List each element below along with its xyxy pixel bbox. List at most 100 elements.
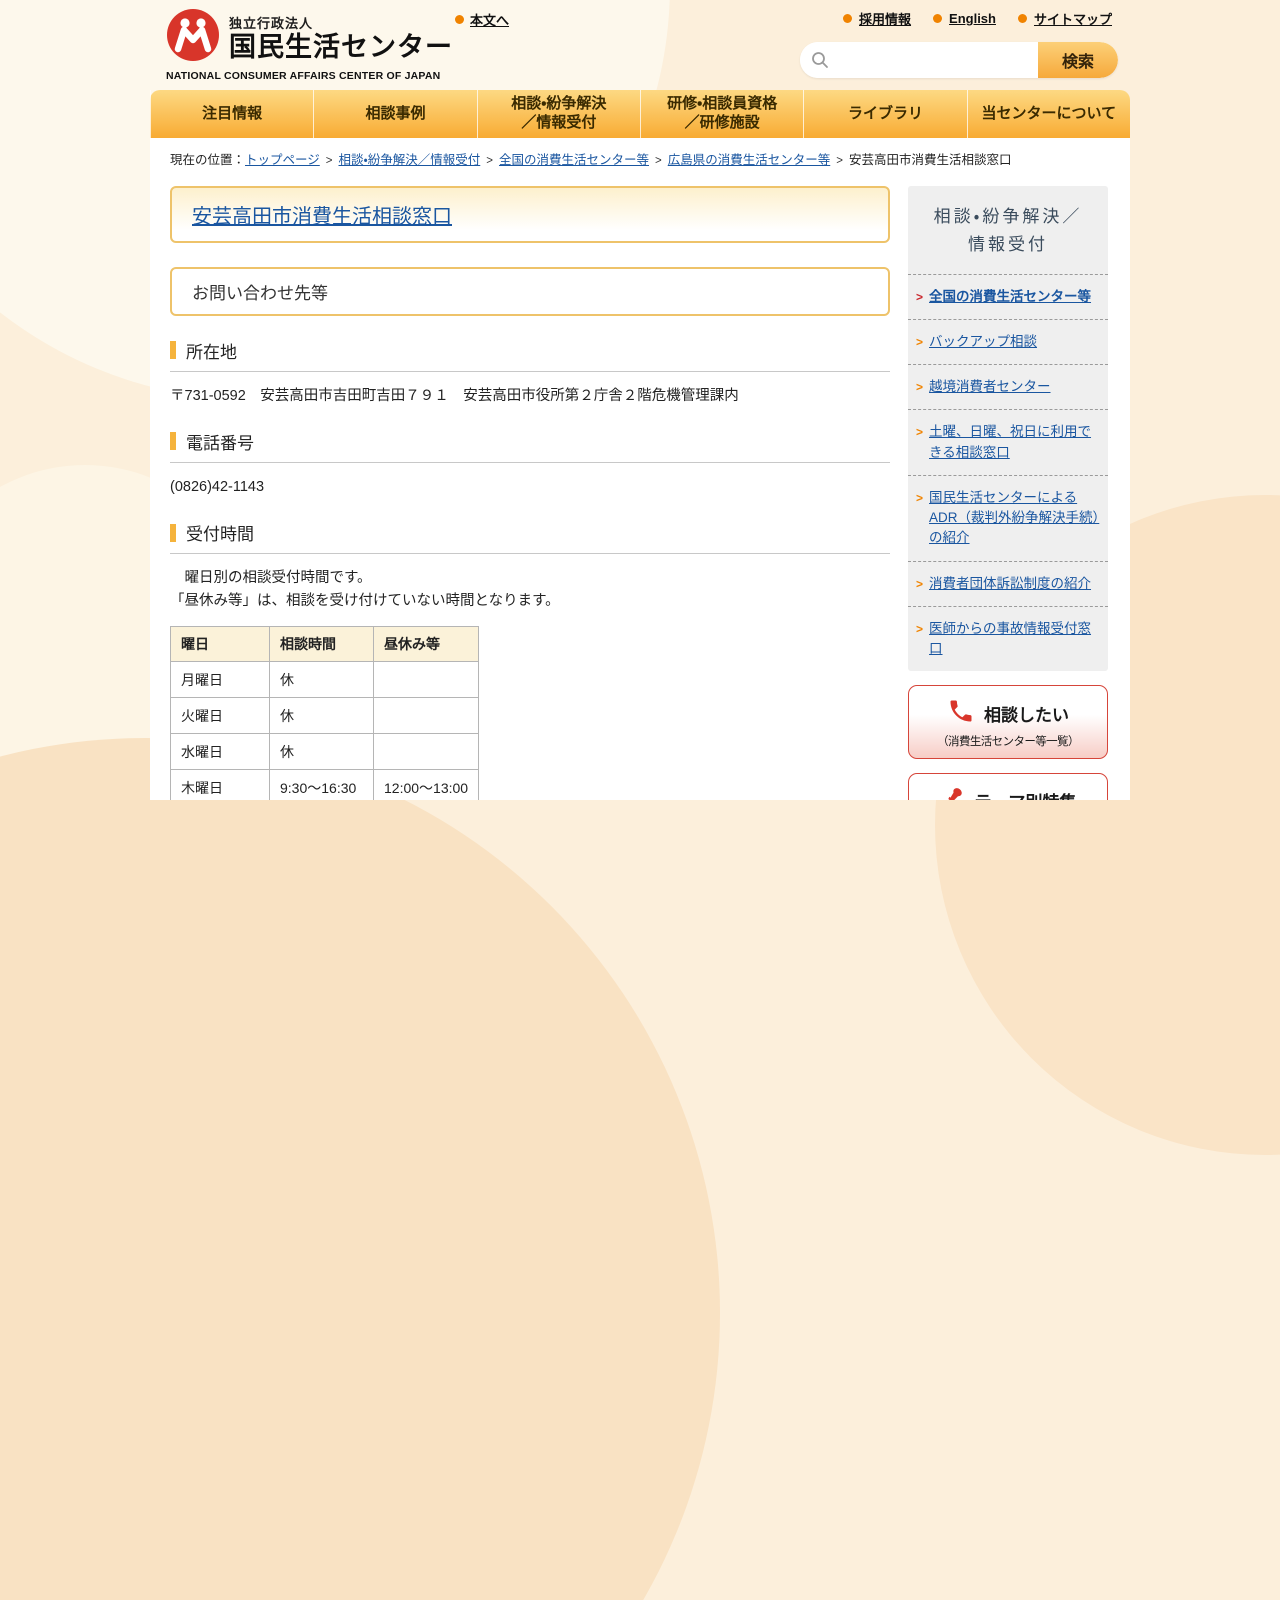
hours-table-header-cell: 昼休み等 <box>372 626 480 663</box>
logo-org-name: 国民生活センター <box>229 31 453 62</box>
table-row: 水曜日 休 <box>170 733 480 771</box>
arrow-right-icon: > <box>916 576 924 591</box>
break-cell: 12:00～13:00 <box>372 769 480 800</box>
sidebar-item-link[interactable]: 越境消費者センター <box>929 377 1051 397</box>
arrow-right-icon: > <box>916 621 924 636</box>
hours-cell: 9:30～16:30 <box>269 769 374 800</box>
sidebar-item[interactable]: > 越境消費者センター <box>908 364 1108 409</box>
search-icon <box>811 51 829 74</box>
sidebar-item-link[interactable]: 土曜、日曜、祝日に利用できる相談窓口 <box>929 422 1100 463</box>
consult-button-sublabel: （消費生活センター等一覧） <box>937 736 1079 749</box>
nav-tab[interactable]: 相談・紛争解決 ／情報受付 <box>476 90 640 138</box>
arrow-right-icon: > <box>916 490 924 505</box>
heading-bar-icon <box>170 432 176 451</box>
nav-tab[interactable]: 当センターについて <box>966 90 1130 138</box>
sidebar-item[interactable]: > 消費者団体訴訟制度の紹介 <box>908 560 1108 606</box>
table-row: 月曜日 休 <box>170 661 480 699</box>
breadcrumb-list: トップページ > 相談・紛争解決／情報受付 > 全国の消費生活センター等 > 広島県の消費生… <box>245 153 1011 167</box>
breadcrumb-link[interactable]: トップページ <box>245 153 320 167</box>
hours-intro-text: 曜日別の相談受付時間です。 「昼休み等」は、相談を受け付けていない時間となります… <box>170 570 560 609</box>
section-heading-label: 所在地 <box>186 342 237 362</box>
ncac-logo-mark-icon <box>166 8 220 67</box>
sidebar: 相談・紛争解決／ 情報受付 > 全国の消費生活センター等 > バックアップ相談 … <box>908 185 1108 672</box>
breadcrumb-link[interactable]: 相談・紛争解決／情報受付 <box>339 153 481 167</box>
hours-table-body: 月曜日 休 火曜日 休 水曜日 休 木曜日 9:30～16:30 12:00～1… <box>170 661 480 800</box>
sidebar-item[interactable]: > 土曜、日曜、祝日に利用できる相談窓口 <box>908 409 1108 475</box>
break-cell <box>372 697 480 735</box>
search-input[interactable] <box>800 42 1038 78</box>
break-cell <box>372 661 480 699</box>
hours-table-header-cell: 相談時間 <box>269 626 374 663</box>
nav-tab[interactable]: 相談事例 <box>313 90 476 138</box>
bullet-icon <box>843 14 853 23</box>
breadcrumb-item: 全国の消費生活センター等 > <box>499 153 668 167</box>
breadcrumb-link[interactable]: 広島県の消費生活センター等 <box>668 153 831 167</box>
skip-to-content-link[interactable]: 本文へ <box>470 10 509 29</box>
phone-number-text: (0826)42-1143 <box>170 478 265 495</box>
sidebar-item-link[interactable]: 全国の消費生活センター等 <box>929 287 1091 307</box>
day-cell: 水曜日 <box>170 733 270 771</box>
break-cell <box>372 733 480 771</box>
day-cell: 月曜日 <box>170 661 270 699</box>
sidebar-item[interactable]: > 国民生活センターによるADR（裁判外紛争解決手続）の紹介 <box>908 474 1108 561</box>
site-logo[interactable]: 独立行政法人 国民生活センター NATIONAL CONSUMER AFFAIR… <box>166 8 453 82</box>
table-row: 火曜日 休 <box>170 697 480 735</box>
bg-circle <box>0 738 720 1600</box>
day-cell: 火曜日 <box>170 697 270 735</box>
topics-button-label: テーマ別特集 <box>975 788 1077 800</box>
section-heading-label: 受付時間 <box>186 525 254 545</box>
nav-tab[interactable]: 研修・相談員資格 ／研修施設 <box>639 90 803 138</box>
topics-button[interactable]: テーマ別特集 （ネットトラブル、高齢者被害…） <box>908 773 1108 800</box>
main-content: 現在の位置：トップページ > 相談・紛争解決／情報受付 > 全国の消費生活センター等 > 広… <box>150 138 1130 800</box>
sidebar-item-link[interactable]: 消費者団体訴訟制度の紹介 <box>929 574 1091 594</box>
skip-to-content[interactable]: 本文へ <box>455 10 509 29</box>
sidebar-item[interactable]: > 医師からの事故情報受付窓口 <box>908 605 1108 672</box>
search-button[interactable]: 検索 <box>1038 42 1118 78</box>
section-heading-label: 電話番号 <box>186 433 254 453</box>
arrow-right-icon: > <box>916 425 924 440</box>
arrow-right-icon: > <box>916 334 924 349</box>
utility-link[interactable]: サイトマップ <box>1017 9 1112 28</box>
breadcrumb-item: 広島県の消費生活センター等 > <box>668 153 849 167</box>
day-cell: 木曜日 <box>170 769 270 800</box>
logo-org-name-en: NATIONAL CONSUMER AFFAIRS CENTER OF JAPA… <box>166 70 441 82</box>
contact-box-title: お問い合わせ先等 <box>170 266 890 316</box>
sidebar-item[interactable]: > バックアップ相談 <box>908 318 1108 364</box>
pushpin-icon <box>940 785 966 800</box>
sidebar-item[interactable]: > 全国の消費生活センター等 <box>908 273 1108 319</box>
page-title-link[interactable]: 安芸高田市消費生活相談窓口 <box>192 206 452 228</box>
logo-org-type: 独立行政法人 <box>229 15 314 31</box>
nav-tab[interactable]: 注目情報 <box>150 90 313 138</box>
arrow-right-icon: > <box>916 380 924 395</box>
sidebar-item-link[interactable]: 国民生活センターによるADR（裁判外紛争解決手続）の紹介 <box>929 488 1100 549</box>
breadcrumb-link[interactable]: 全国の消費生活センター等 <box>499 153 649 167</box>
consult-button[interactable]: 相談したい （消費生活センター等一覧） <box>908 685 1108 760</box>
utility-link[interactable]: 採用情報 <box>843 9 911 28</box>
sidebar-item-link[interactable]: バックアップ相談 <box>929 332 1037 352</box>
breadcrumb: 現在の位置：トップページ > 相談・紛争解決／情報受付 > 全国の消費生活センター等 > 広… <box>150 138 1130 170</box>
breadcrumb-link: 安芸高田市消費生活相談窓口 <box>848 153 1012 167</box>
table-row: 木曜日 9:30～16:30 12:00～13:00 <box>170 769 480 800</box>
breadcrumb-separator-icon: > <box>325 155 333 167</box>
breadcrumb-separator-icon: > <box>836 155 843 167</box>
nav-tab[interactable]: ライブラリ <box>803 90 966 138</box>
site-search: 検索 <box>800 42 1118 78</box>
phone-icon <box>947 697 975 730</box>
hours-table-head: 曜日 相談時間 昼休み等 <box>170 626 480 663</box>
breadcrumb-separator-icon: > <box>486 155 493 167</box>
bullet-icon <box>933 14 943 23</box>
utility-link[interactable]: English <box>933 9 996 28</box>
sidebar-item-link[interactable]: 医師からの事故情報受付窓口 <box>929 619 1100 660</box>
sidebar-title: 相談・紛争解決／ 情報受付 <box>933 206 1083 254</box>
hours-table: 曜日 相談時間 昼休み等 月曜日 休 火曜日 休 水曜日 休 木曜日 9:30～… <box>170 626 480 800</box>
breadcrumb-item: 安芸高田市消費生活相談窓口 <box>849 153 1012 167</box>
hours-cell: 休 <box>269 661 374 699</box>
heading-bar-icon <box>170 523 176 542</box>
arrow-right-icon: > <box>916 289 924 304</box>
section-heading-address: 所在地 <box>170 338 890 372</box>
heading-bar-icon <box>170 341 176 359</box>
section-heading-phone: 電話番号 <box>170 429 890 463</box>
sidebar-menu: > 全国の消費生活センター等 > バックアップ相談 > 越境消費者センター > … <box>908 273 1108 672</box>
hours-cell: 休 <box>269 697 374 735</box>
primary-nav: 注目情報 相談事例 相談・紛争解決 ／情報受付 研修・相談員資格 ／研修施設 ライブラリ… <box>150 90 1130 138</box>
